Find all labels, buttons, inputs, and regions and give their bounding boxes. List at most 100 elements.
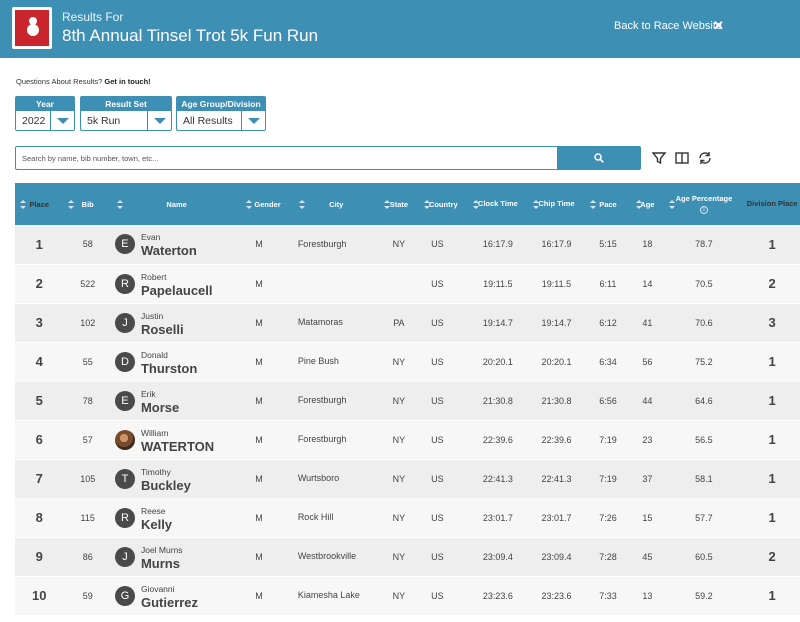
col-header-age[interactable]: Age bbox=[631, 183, 663, 225]
name-cell[interactable]: R Robert Papelaucell bbox=[112, 264, 241, 303]
last-name[interactable]: Morse bbox=[141, 400, 179, 415]
col-header-division-place[interactable]: Division Place bbox=[744, 183, 800, 225]
gender-cell: M bbox=[255, 512, 263, 523]
pace-cell: 7:28 bbox=[599, 551, 617, 562]
age-percentage-cell: 70.5 bbox=[695, 278, 713, 289]
col-header-state[interactable]: State bbox=[379, 183, 419, 225]
col-header-gender[interactable]: Gender bbox=[241, 183, 294, 225]
chevron-down-icon[interactable] bbox=[147, 111, 171, 130]
age-cell: 18 bbox=[642, 239, 653, 250]
state-cell bbox=[379, 264, 419, 303]
sort-icon bbox=[383, 200, 390, 209]
sort-icon bbox=[636, 200, 643, 209]
name-cell[interactable]: G Giovanni Gutierrez bbox=[112, 576, 241, 615]
col-header-place[interactable]: Place bbox=[15, 183, 63, 225]
division-place-cell: 1 bbox=[768, 393, 776, 408]
name-cell[interactable]: R Reese Kelly bbox=[112, 498, 241, 537]
division-place-cell: 1 bbox=[768, 236, 776, 252]
last-name[interactable]: Gutierrez bbox=[141, 595, 198, 610]
last-name[interactable]: WATERTON bbox=[141, 439, 214, 454]
year-select[interactable]: Year 2022 bbox=[15, 96, 75, 131]
result-set-select[interactable]: Result Set 5k Run bbox=[80, 96, 172, 131]
age-cell: 41 bbox=[642, 317, 653, 328]
name-cell[interactable]: E Erik Morse bbox=[112, 381, 241, 420]
name-cell[interactable]: D Donald Thurston bbox=[112, 342, 241, 381]
col-header-bib[interactable]: Bib bbox=[63, 183, 111, 225]
name-cell[interactable]: T Timothy Buckley bbox=[112, 459, 241, 498]
state-cell: NY bbox=[392, 395, 406, 406]
division-place-cell: 2 bbox=[768, 276, 776, 291]
avatar bbox=[114, 429, 135, 450]
gender-cell: M bbox=[255, 434, 263, 445]
snowman-logo-icon[interactable] bbox=[12, 7, 52, 49]
avatar: J bbox=[114, 546, 135, 567]
country-cell: US bbox=[431, 590, 444, 601]
search-icon bbox=[594, 153, 604, 163]
last-name[interactable]: Roselli bbox=[141, 322, 184, 337]
age-group-select[interactable]: Age Group/Division All Results bbox=[176, 96, 266, 131]
table-row[interactable]: 10 59 G Giovanni Gutierrez M Kiamesha Lake NY US… bbox=[15, 576, 800, 615]
chevron-down-icon[interactable] bbox=[241, 111, 265, 130]
close-icon[interactable]: ✕ bbox=[713, 18, 724, 34]
place-cell: 10 bbox=[32, 588, 47, 603]
table-row[interactable]: 9 86 J Joel Murns Murns M Westbrookville NY US 23… bbox=[15, 537, 800, 576]
age-cell: 15 bbox=[642, 512, 653, 523]
pace-cell: 6:34 bbox=[599, 356, 617, 367]
filter-icon[interactable] bbox=[651, 150, 667, 166]
first-name: William bbox=[140, 427, 169, 438]
table-row[interactable]: 6 57 William WATERTON M Forestburgh NY US 22:39.… bbox=[15, 420, 800, 459]
state-cell: PA bbox=[393, 317, 405, 328]
table-row[interactable]: 7 105 T Timothy Buckley M Wurtsboro NY US 22:41.3… bbox=[15, 459, 800, 498]
col-header-clock-time[interactable]: Clock Time bbox=[468, 183, 529, 225]
col-header-country[interactable]: Country bbox=[419, 183, 467, 225]
col-header-age-percentage[interactable]: Age Percentage i bbox=[664, 183, 745, 225]
gender-cell: M bbox=[255, 473, 263, 484]
state-cell: NY bbox=[392, 239, 406, 250]
clock-time-cell: 22:39.6 bbox=[482, 434, 513, 445]
col-header-chip-time[interactable]: Chip Time bbox=[528, 183, 585, 225]
sort-icon bbox=[246, 200, 253, 209]
refresh-icon[interactable] bbox=[697, 150, 713, 166]
col-header-pace[interactable]: Pace bbox=[585, 183, 631, 225]
search-input[interactable] bbox=[16, 147, 557, 169]
sort-icon bbox=[424, 200, 431, 209]
last-name[interactable]: Waterton bbox=[141, 243, 197, 258]
city-cell: Forestburgh bbox=[297, 238, 347, 249]
country-cell: US bbox=[431, 512, 444, 523]
table-row[interactable]: 3 102 J Justin Roselli M Matamoras PA US 19:14.7 1… bbox=[15, 303, 800, 342]
last-name[interactable]: Papelaucell bbox=[141, 283, 213, 298]
get-in-touch-link[interactable]: Get in touch! bbox=[104, 77, 150, 86]
pace-cell: 7:19 bbox=[599, 434, 617, 445]
table-row[interactable]: 8 115 R Reese Kelly M Rock Hill NY US 23:01.7 23:0… bbox=[15, 498, 800, 537]
first-name: Justin bbox=[140, 310, 164, 321]
avatar: E bbox=[114, 234, 135, 255]
pace-cell: 6:12 bbox=[599, 317, 617, 328]
division-place-cell: 1 bbox=[768, 588, 776, 603]
back-to-race-website-link[interactable]: Back to Race Website bbox=[614, 20, 722, 32]
table-row[interactable]: 2 522 R Robert Papelaucell M US 19:11.5 19:11.5 6… bbox=[15, 264, 800, 303]
col-header-name[interactable]: Name bbox=[112, 183, 241, 225]
info-icon[interactable]: i bbox=[699, 206, 708, 214]
table-row[interactable]: 5 78 E Erik Morse M Forestburgh NY US 21:30.8 21:3… bbox=[15, 381, 800, 420]
bib-cell: 86 bbox=[82, 551, 93, 562]
chevron-down-icon[interactable] bbox=[50, 111, 74, 130]
columns-icon[interactable] bbox=[674, 150, 690, 166]
name-cell[interactable]: E Evan Waterton bbox=[112, 225, 241, 264]
age-cell: 23 bbox=[642, 434, 653, 445]
name-cell[interactable]: J Joel Murns Murns bbox=[112, 537, 241, 576]
last-name[interactable]: Kelly bbox=[141, 517, 172, 532]
last-name[interactable]: Thurston bbox=[141, 361, 197, 376]
name-cell[interactable]: J Justin Roselli bbox=[112, 303, 241, 342]
results-table: Place Bib Name Gender City State Country… bbox=[15, 183, 800, 616]
col-header-city[interactable]: City bbox=[294, 183, 379, 225]
place-cell: 5 bbox=[35, 393, 43, 408]
last-name[interactable]: Buckley bbox=[141, 478, 191, 493]
year-label: Year bbox=[16, 97, 74, 111]
name-cell[interactable]: William WATERTON bbox=[112, 420, 241, 459]
place-cell: 2 bbox=[35, 276, 43, 291]
last-name[interactable]: Murns bbox=[141, 556, 180, 571]
first-name: Robert bbox=[140, 271, 167, 282]
table-row[interactable]: 4 55 D Donald Thurston M Pine Bush NY US 20:20.1 2… bbox=[15, 342, 800, 381]
table-row[interactable]: 1 58 E Evan Waterton M Forestburgh NY US 16:17.9 1… bbox=[15, 225, 800, 264]
search-button[interactable] bbox=[557, 147, 640, 169]
